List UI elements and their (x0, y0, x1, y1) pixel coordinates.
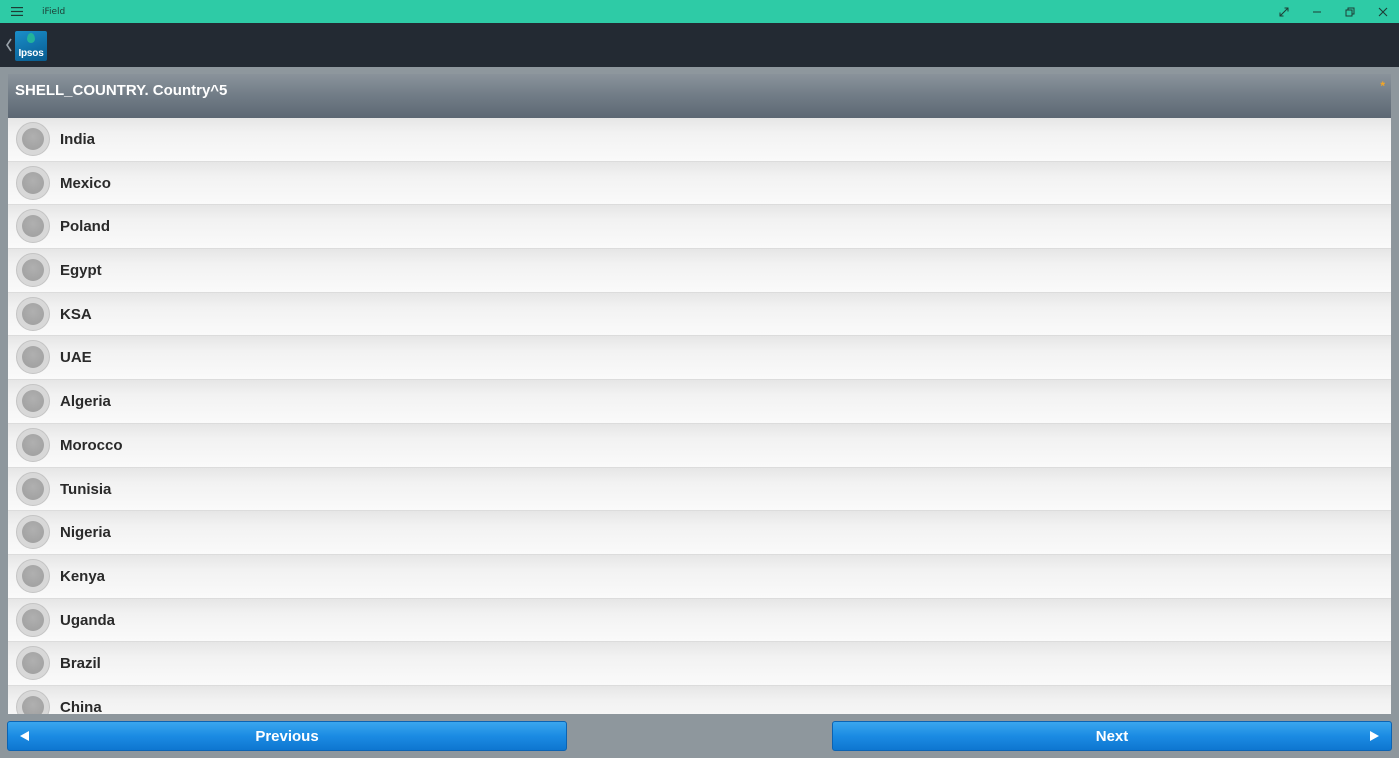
previous-button[interactable]: Previous (7, 721, 567, 751)
option-row-morocco[interactable]: Morocco (8, 423, 1391, 468)
answer-options-list: India Mexico Poland Egypt KSA UAE Algeri… (8, 118, 1391, 714)
radio-button[interactable] (16, 602, 50, 637)
option-row-uae[interactable]: UAE (8, 336, 1391, 381)
fullscreen-icon[interactable] (1267, 0, 1300, 23)
next-button[interactable]: Next (832, 721, 1392, 751)
menu-icon[interactable] (0, 0, 34, 23)
radio-button[interactable] (16, 296, 50, 331)
option-label: China (60, 698, 102, 714)
app-header: Ipsos (0, 23, 1399, 67)
radio-button[interactable] (16, 646, 50, 681)
option-row-ksa[interactable]: KSA (8, 292, 1391, 337)
option-label: Uganda (60, 611, 116, 629)
option-row-uganda[interactable]: Uganda (8, 598, 1391, 643)
ipsos-logo: Ipsos (15, 31, 47, 61)
radio-button[interactable] (16, 340, 50, 375)
close-icon[interactable] (1366, 0, 1399, 23)
logo-drop-icon (27, 33, 35, 43)
question-title: SHELL_COUNTRY. Country^5 (15, 82, 228, 99)
option-row-poland[interactable]: Poland (8, 205, 1391, 250)
option-row-tunisia[interactable]: Tunisia (8, 467, 1391, 512)
radio-button[interactable] (16, 122, 50, 156)
option-label: India (60, 131, 96, 148)
radio-button[interactable] (16, 471, 50, 506)
radio-button[interactable] (16, 515, 50, 550)
arrow-left-icon (20, 731, 29, 741)
option-label: Tunisia (60, 480, 112, 498)
logo-text: Ipsos (18, 48, 44, 59)
arrow-right-icon (1370, 731, 1379, 741)
option-row-mexico[interactable]: Mexico (8, 161, 1391, 206)
option-row-nigeria[interactable]: Nigeria (8, 511, 1391, 555)
window-title: iField (42, 6, 66, 17)
radio-button[interactable] (16, 165, 50, 200)
option-label: KSA (60, 305, 92, 323)
option-row-kenya[interactable]: Kenya (8, 554, 1391, 599)
option-label: Morocco (60, 436, 123, 454)
radio-button[interactable] (16, 689, 50, 714)
option-label: Algeria (60, 393, 111, 411)
next-button-label: Next (1095, 727, 1129, 745)
restore-icon[interactable] (1333, 0, 1366, 23)
option-label: Nigeria (60, 524, 111, 542)
navigation-footer: Previous Next (0, 714, 1399, 758)
radio-button[interactable] (16, 384, 50, 419)
option-row-algeria[interactable]: Algeria (8, 380, 1391, 424)
radio-button[interactable] (16, 209, 50, 244)
question-header: SHELL_COUNTRY. Country^5 * (8, 74, 1391, 118)
option-label: UAE (60, 349, 92, 367)
minimize-icon[interactable] (1300, 0, 1333, 23)
option-row-brazil[interactable]: Brazil (8, 642, 1391, 686)
option-label: Poland (60, 218, 111, 236)
option-label: Kenya (60, 567, 106, 585)
back-chevron-icon[interactable] (4, 35, 14, 55)
radio-button[interactable] (16, 253, 50, 288)
option-label: Egypt (60, 262, 102, 280)
radio-button[interactable] (16, 427, 50, 462)
option-row-india[interactable]: India (8, 118, 1391, 162)
option-label: Mexico (60, 174, 111, 192)
option-row-china[interactable]: China (8, 685, 1391, 714)
radio-button[interactable] (16, 558, 50, 593)
option-label: Brazil (60, 655, 101, 673)
required-marker: * (1380, 79, 1385, 93)
option-row-egypt[interactable]: Egypt (8, 249, 1391, 293)
window-titlebar: iField (0, 0, 1399, 23)
previous-button-label: Previous (255, 727, 319, 745)
window-controls (1267, 0, 1399, 23)
